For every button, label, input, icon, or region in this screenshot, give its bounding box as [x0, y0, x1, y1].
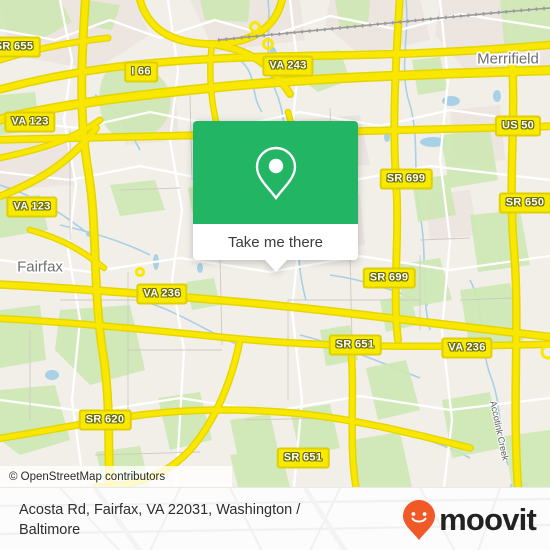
take-me-there-callout[interactable]: Take me there [193, 121, 358, 272]
osm-attribution-text: © OpenStreetMap contributors [9, 470, 166, 483]
road-shield: VA 243 [262, 55, 314, 77]
location-address: Acosta Rd, Fairfax, VA 22031, Washington… [19, 501, 301, 538]
map-canvas[interactable]: SR 655 I 66 VA 243 VA 123 US 50 VA 123 S… [0, 0, 550, 487]
footer-bar: Acosta Rd, Fairfax, VA 22031, Washington… [0, 487, 550, 550]
moovit-wordmark: moovit [439, 502, 537, 537]
road-shield: VA 123 [6, 196, 58, 218]
place-label-fairfax: Fairfax [17, 258, 63, 276]
map-pin-icon [255, 146, 296, 200]
map-screenshot-page: SR 655 I 66 VA 243 VA 123 US 50 VA 123 S… [0, 0, 550, 550]
road-shield: SR 651 [276, 447, 330, 469]
moovit-logo[interactable]: moovit [402, 499, 537, 541]
callout-tail [264, 260, 287, 272]
place-label-merrifield: Merrifield [477, 50, 539, 68]
road-shield: VA 123 [4, 111, 56, 133]
osm-attribution[interactable]: © OpenStreetMap contributors [0, 466, 232, 487]
road-shield: I 66 [124, 61, 158, 83]
road-shield: SR 655 [0, 36, 41, 58]
road-shield: SR 699 [362, 267, 416, 289]
road-shield: US 50 [494, 115, 542, 137]
callout-pin-area [193, 121, 358, 224]
road-shield: SR 650 [498, 192, 550, 214]
road-shield: SR 699 [379, 168, 433, 190]
road-shield: SR 651 [328, 334, 382, 356]
road-shield: VA 236 [136, 283, 188, 305]
road-shield: SR 620 [78, 409, 132, 431]
footer-content: Acosta Rd, Fairfax, VA 22031, Washington… [0, 488, 550, 550]
moovit-pin-smile-icon [403, 499, 436, 540]
take-me-there-label: Take me there [227, 233, 324, 251]
take-me-there-button[interactable]: Take me there [193, 224, 358, 260]
road-shield: VA 236 [441, 337, 493, 359]
